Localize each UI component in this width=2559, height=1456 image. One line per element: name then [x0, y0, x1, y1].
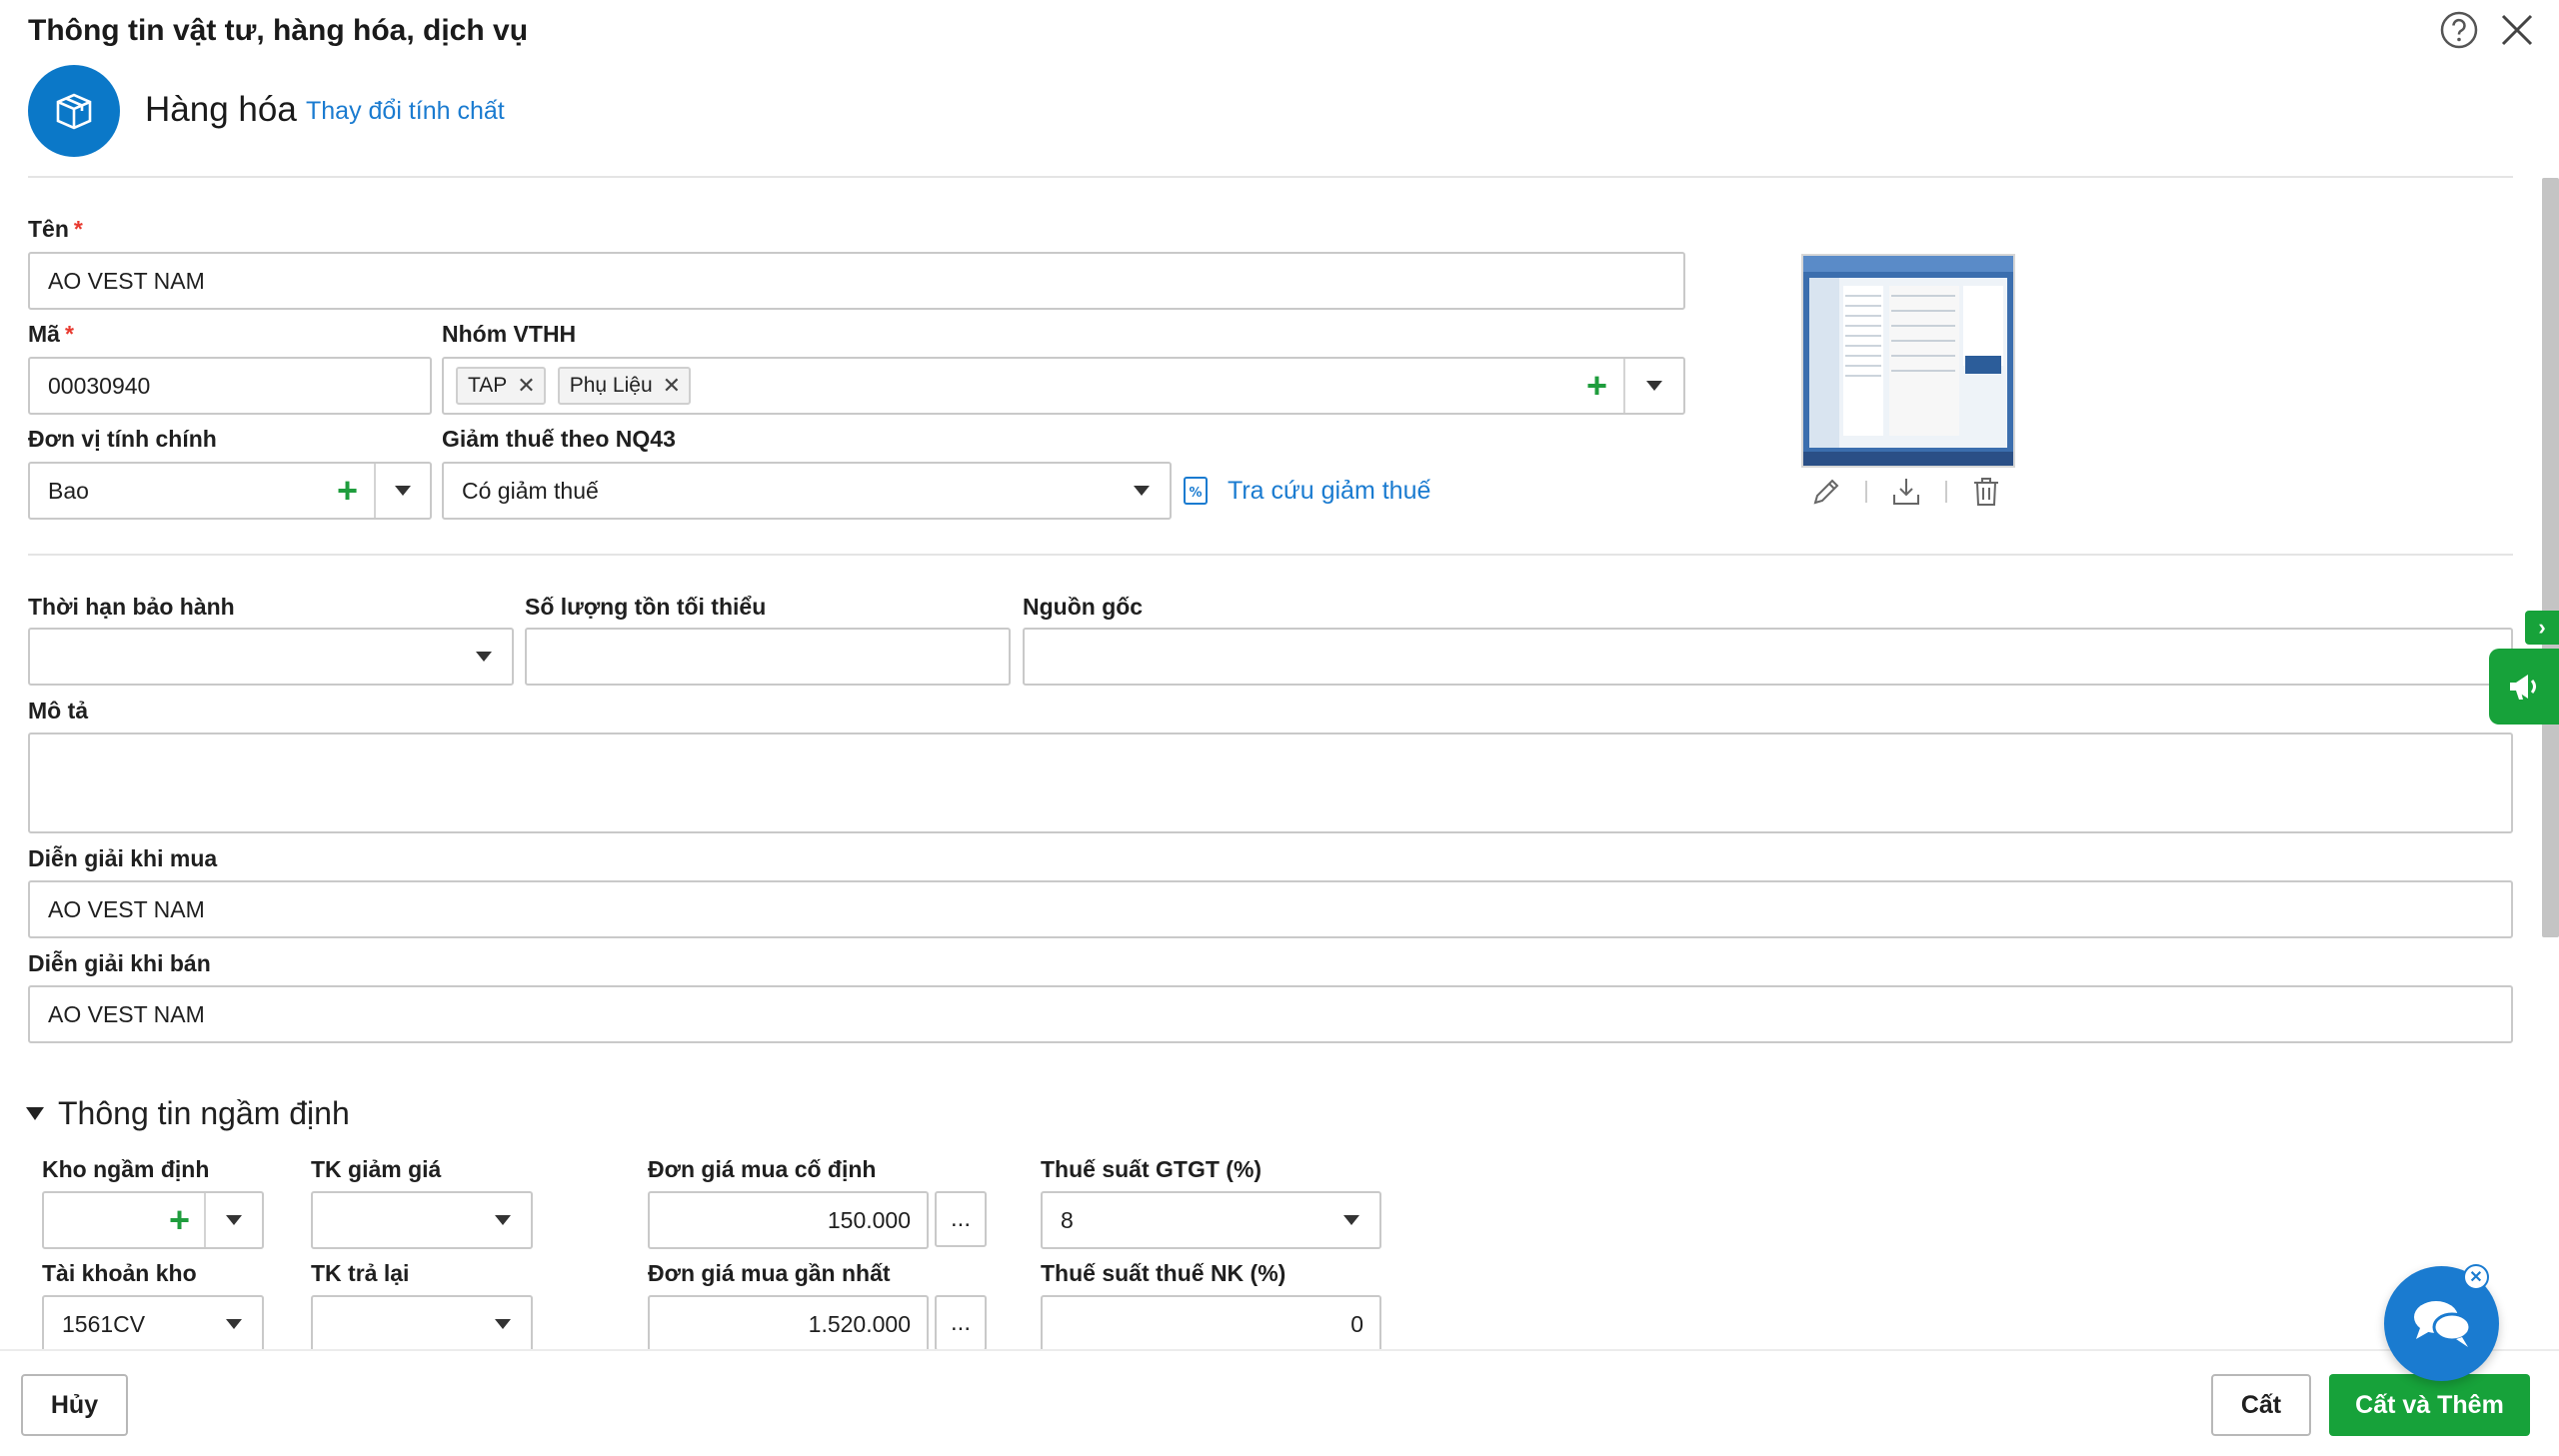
tax-lookup-link[interactable]: Tra cứu giảm thuế	[1228, 477, 1430, 506]
delete-icon[interactable]	[1969, 475, 2003, 509]
nguon-goc-label: Nguồn gốc	[1023, 594, 1144, 620]
dropdown-icon[interactable]	[206, 1215, 262, 1225]
help-icon[interactable]	[2439, 10, 2479, 50]
save-and-add-button[interactable]: Cất và Thêm	[2329, 1374, 2530, 1436]
chevron-down-icon	[1134, 486, 1150, 496]
ma-label: Mã *	[28, 321, 74, 347]
add-icon[interactable]: +	[1586, 368, 1607, 404]
nhom-label: Nhóm VTHH	[442, 321, 577, 347]
triangle-down-icon	[26, 1107, 44, 1120]
mo-ta-textarea[interactable]	[28, 732, 2513, 833]
thue-gtgt-label: Thuế suất GTGT (%)	[1041, 1156, 1263, 1182]
don-vi-combobox[interactable]: Bao +	[28, 462, 432, 520]
dropdown-icon[interactable]	[1625, 381, 1683, 391]
don-gia-co-dinh-input[interactable]: 150.000	[648, 1191, 929, 1249]
don-gia-co-dinh-label: Đơn giá mua cố định	[648, 1156, 877, 1182]
megaphone-icon[interactable]	[2489, 649, 2559, 725]
nguon-goc-input[interactable]	[1023, 628, 2513, 686]
tk-giam-gia-select[interactable]	[311, 1191, 533, 1249]
dien-giai-mua-label: Diễn giải khi mua	[28, 845, 218, 871]
ton-toi-thieu-label: Số lượng tồn tối thiểu	[525, 594, 767, 620]
tk-tra-lai-label: TK trả lại	[311, 1260, 410, 1286]
product-image[interactable]	[1801, 254, 2015, 468]
remove-tag-icon[interactable]: ✕	[517, 373, 535, 399]
download-icon[interactable]	[1889, 475, 1923, 509]
tag-chip: TAP ✕	[456, 367, 546, 405]
dien-giai-ban-label: Diễn giải khi bán	[28, 950, 211, 976]
chevron-down-icon	[476, 652, 492, 662]
add-icon[interactable]: +	[337, 473, 358, 509]
svg-text:%: %	[1189, 486, 1202, 501]
price-picker-button[interactable]: ...	[935, 1295, 987, 1351]
thue-nk-input[interactable]: 0	[1041, 1295, 1381, 1353]
divider	[28, 176, 2513, 178]
tk-tra-lai-select[interactable]	[311, 1295, 533, 1353]
bao-hanh-select[interactable]	[28, 628, 514, 686]
don-gia-gan-nhat-label: Đơn giá mua gần nhất	[648, 1260, 891, 1286]
giam-thue-label: Giảm thuế theo NQ43	[442, 426, 676, 452]
ton-toi-thieu-input[interactable]	[525, 628, 1011, 686]
tag-chip: Phụ Liệu ✕	[557, 367, 692, 405]
thue-nk-label: Thuế suất thuế NK (%)	[1041, 1260, 1286, 1286]
image-toolbar	[1809, 475, 2003, 509]
ten-input[interactable]: AO VEST NAM	[28, 252, 1685, 310]
tai-khoan-kho-label: Tài khoản kho	[42, 1260, 197, 1286]
kho-label: Kho ngầm định	[42, 1156, 210, 1182]
item-type-label: Hàng hóa	[145, 90, 297, 129]
kho-combobox[interactable]: +	[42, 1191, 264, 1249]
dialog-title: Thông tin vật tư, hàng hóa, dịch vụ	[28, 14, 529, 47]
tk-giam-gia-label: TK giảm giá	[311, 1156, 442, 1182]
tai-khoan-kho-select[interactable]: 1561CV	[42, 1295, 264, 1353]
bao-hanh-label: Thời hạn bảo hành	[28, 594, 235, 620]
close-chat-icon[interactable]: ✕	[2463, 1264, 2489, 1290]
don-gia-gan-nhat-input[interactable]: 1.520.000	[648, 1295, 929, 1353]
chevron-down-icon	[1343, 1215, 1359, 1225]
add-icon[interactable]: +	[169, 1202, 190, 1238]
ten-label: Tên *	[28, 216, 83, 242]
cancel-button[interactable]: Hủy	[21, 1374, 128, 1436]
don-vi-label: Đơn vị tính chính	[28, 426, 217, 452]
chevron-down-icon	[495, 1215, 511, 1225]
edit-icon[interactable]	[1809, 475, 1843, 509]
chevron-right-icon[interactable]: ›	[2525, 611, 2559, 645]
thue-gtgt-select[interactable]: 8	[1041, 1191, 1381, 1249]
nhom-multiselect[interactable]: TAP ✕ Phụ Liệu ✕ +	[442, 357, 1685, 415]
save-button[interactable]: Cất	[2211, 1374, 2311, 1436]
giam-thue-select[interactable]: Có giảm thuế	[442, 462, 1172, 520]
chevron-down-icon	[226, 1319, 242, 1329]
price-picker-button[interactable]: ...	[935, 1191, 987, 1247]
dien-giai-ban-input[interactable]: AO VEST NAM	[28, 985, 2513, 1043]
dien-giai-mua-input[interactable]: AO VEST NAM	[28, 880, 2513, 938]
divider	[1945, 481, 1947, 503]
change-type-link[interactable]: Thay đổi tính chất	[306, 97, 505, 126]
scrollbar[interactable]	[2542, 178, 2559, 937]
section-title: Thông tin ngầm định	[58, 1095, 350, 1131]
divider	[1865, 481, 1867, 503]
ma-input[interactable]: 00030940	[28, 357, 432, 415]
tax-lookup-icon[interactable]: %	[1183, 476, 1209, 506]
close-icon[interactable]	[2499, 12, 2535, 48]
mo-ta-label: Mô tả	[28, 698, 89, 724]
chevron-down-icon	[495, 1319, 511, 1329]
divider	[28, 554, 2513, 556]
dropdown-icon[interactable]	[376, 486, 430, 496]
remove-tag-icon[interactable]: ✕	[663, 373, 681, 399]
box-icon	[28, 65, 120, 157]
defaults-section-toggle[interactable]: Thông tin ngầm định	[26, 1095, 350, 1132]
dialog-footer	[0, 1349, 2559, 1456]
